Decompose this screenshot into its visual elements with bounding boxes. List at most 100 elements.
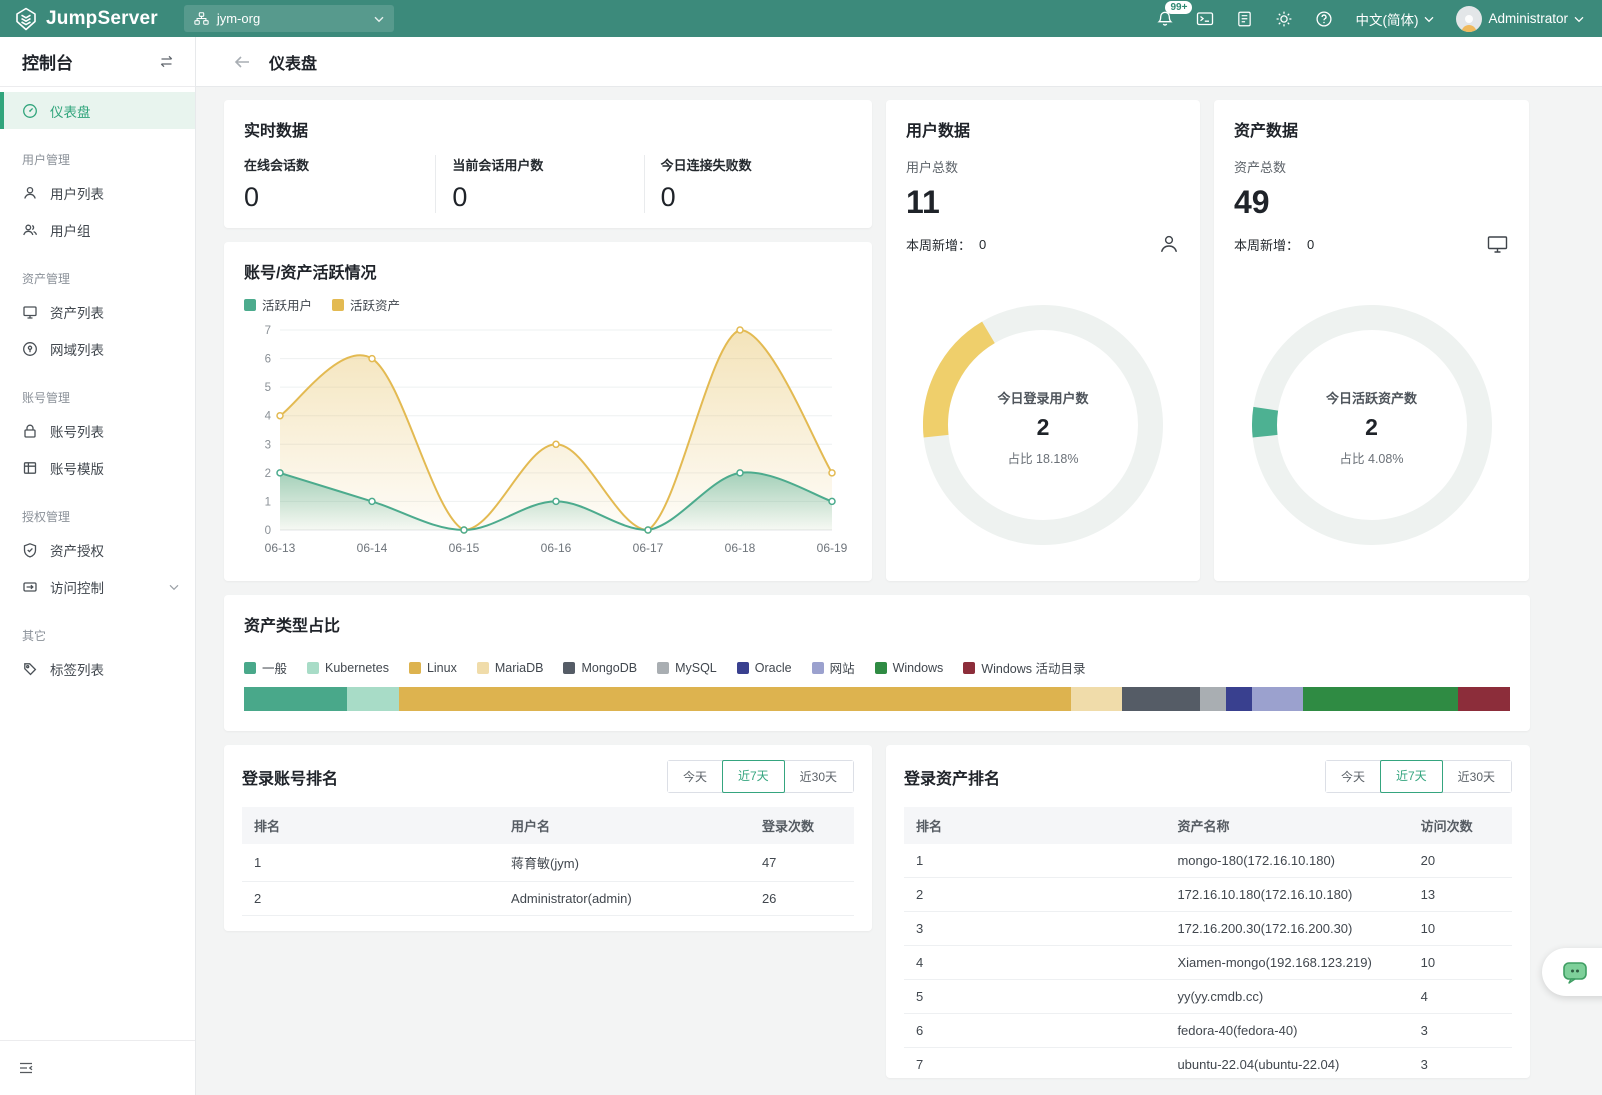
sidebar-item-tag-list[interactable]: 标签列表 [0, 650, 195, 687]
sidebar-section-accounts: 账号管理 [0, 383, 195, 412]
sidebar-item-domain-list[interactable]: 网域列表 [0, 330, 195, 367]
tab-last-30-days[interactable]: 近30天 [784, 761, 853, 792]
gear-icon [1275, 10, 1293, 28]
org-label: jym-org [217, 11, 260, 26]
stat-value: 0 [244, 182, 435, 213]
table-row: 2Administrator(admin)26 [242, 882, 854, 916]
sidebar-item-label: 用户组 [50, 220, 91, 240]
legend-item[interactable]: 网站 [812, 658, 855, 677]
avatar [1456, 6, 1482, 32]
asset-rank-title: 登录资产排名 [904, 765, 1000, 789]
legend-item[interactable]: Windows 活动目录 [963, 658, 1085, 677]
legend-label: Windows 活动目录 [981, 658, 1085, 677]
legend-item[interactable]: Linux [409, 658, 457, 677]
type-bar-segment [1458, 687, 1510, 711]
tab-last-7-days[interactable]: 近7天 [1380, 760, 1443, 793]
svg-text:0: 0 [265, 525, 271, 537]
language-selector[interactable]: 中文(简体) [1355, 9, 1434, 29]
shield-check-icon [22, 542, 38, 558]
sidebar-item-asset-list[interactable]: 资产列表 [0, 293, 195, 330]
week-new-label: 本周新增： [906, 235, 971, 254]
type-bar-segment [1252, 687, 1304, 711]
svg-text:2: 2 [265, 468, 271, 480]
legend-item[interactable]: Windows [875, 658, 944, 677]
sidebar-item-asset-permissions[interactable]: 资产授权 [0, 531, 195, 568]
table-cell: mongo-180(172.16.10.180) [1165, 844, 1408, 878]
activity-chart-svg: 0123456706-1306-1406-1506-1606-1706-1806… [244, 320, 852, 560]
sidebar-item-dashboard[interactable]: 仪表盘 [0, 92, 195, 129]
chevron-down-icon [374, 11, 384, 26]
legend-swatch [563, 662, 575, 674]
template-icon [22, 460, 38, 476]
svg-text:06-13: 06-13 [265, 541, 296, 555]
user-menu[interactable]: Administrator [1456, 6, 1584, 32]
table-cell: 20 [1409, 844, 1512, 878]
asset-rank-range-tabs: 今天 近7天 近30天 [1325, 760, 1512, 793]
asset-total-value: 49 [1234, 184, 1509, 221]
table-cell: 10 [1409, 946, 1512, 980]
legend-item[interactable]: 活跃用户 [244, 295, 312, 314]
tab-today[interactable]: 今天 [668, 761, 723, 792]
legend-item[interactable]: Kubernetes [307, 658, 389, 677]
chevron-down-icon [1424, 11, 1434, 26]
brand: JumpServer [14, 7, 158, 31]
chat-fab-button[interactable] [1542, 948, 1602, 996]
donut-ratio-label: 占比 4.08% [1340, 448, 1404, 467]
back-arrow-icon[interactable] [233, 54, 251, 70]
legend-item[interactable]: 活跃资产 [332, 295, 400, 314]
week-new-value: 0 [979, 237, 986, 252]
sidebar-item-label: 访问控制 [50, 577, 104, 597]
tab-last-7-days[interactable]: 近7天 [722, 760, 785, 793]
settings-button[interactable] [1275, 10, 1293, 28]
legend-label: Kubernetes [325, 661, 389, 675]
sidebar-item-account-templates[interactable]: 账号模版 [0, 449, 195, 486]
svg-text:1: 1 [265, 496, 271, 508]
sidebar-item-label: 用户列表 [50, 183, 104, 203]
legend-label: Oracle [755, 661, 792, 675]
legend-item[interactable]: MariaDB [477, 658, 544, 677]
column-header: 访问次数 [1409, 807, 1512, 844]
terminal-icon [1196, 10, 1214, 28]
sidebar-title: 控制台 [22, 49, 73, 74]
week-new-value: 0 [1307, 237, 1314, 252]
legend-label: 一般 [262, 658, 287, 677]
type-bar-segment [244, 687, 347, 711]
web-terminal-button[interactable] [1196, 10, 1214, 28]
legend-swatch [244, 299, 256, 311]
swap-icon[interactable] [158, 54, 175, 69]
table-cell: 2 [904, 878, 1165, 912]
sidebar-item-user-groups[interactable]: 用户组 [0, 211, 195, 248]
legend-item[interactable]: 一般 [244, 658, 287, 677]
login-rank-range-tabs: 今天 近7天 近30天 [667, 760, 854, 793]
legend-item[interactable]: MySQL [657, 658, 717, 677]
stat-value: 0 [452, 182, 643, 213]
svg-text:06-17: 06-17 [633, 541, 664, 555]
asset-type-title: 资产类型占比 [244, 612, 1510, 636]
user-total-label: 用户总数 [906, 157, 1180, 176]
legend-swatch [332, 299, 344, 311]
sidebar-section-perms: 授权管理 [0, 502, 195, 531]
svg-text:06-14: 06-14 [357, 541, 388, 555]
activity-title: 账号/资产活跃情况 [244, 259, 852, 283]
help-button[interactable] [1315, 10, 1333, 28]
tab-last-30-days[interactable]: 近30天 [1442, 761, 1511, 792]
notifications-button[interactable]: 99+ [1156, 10, 1174, 28]
svg-text:06-18: 06-18 [725, 541, 756, 555]
legend-label: 活跃用户 [262, 295, 312, 314]
sidebar-item-access-control[interactable]: 访问控制 [0, 568, 195, 605]
legend-item[interactable]: MongoDB [563, 658, 637, 677]
user-card-title: 用户数据 [906, 117, 1180, 141]
svg-text:6: 6 [265, 354, 271, 366]
sidebar-collapse-button[interactable] [0, 1040, 195, 1095]
sidebar-item-user-list[interactable]: 用户列表 [0, 174, 195, 211]
legend-item[interactable]: Oracle [737, 658, 792, 677]
acl-icon [22, 579, 38, 595]
table-row: 4Xiamen-mongo(192.168.123.219)10 [904, 946, 1512, 980]
sidebar-item-account-list[interactable]: 账号列表 [0, 412, 195, 449]
tab-today[interactable]: 今天 [1326, 761, 1381, 792]
org-selector[interactable]: jym-org [184, 5, 394, 32]
tickets-button[interactable] [1236, 10, 1253, 28]
sidebar-section-other: 其它 [0, 621, 195, 650]
table-cell: fedora-40(fedora-40) [1165, 1014, 1408, 1048]
table-row: 2172.16.10.180(172.16.10.180)13 [904, 878, 1512, 912]
